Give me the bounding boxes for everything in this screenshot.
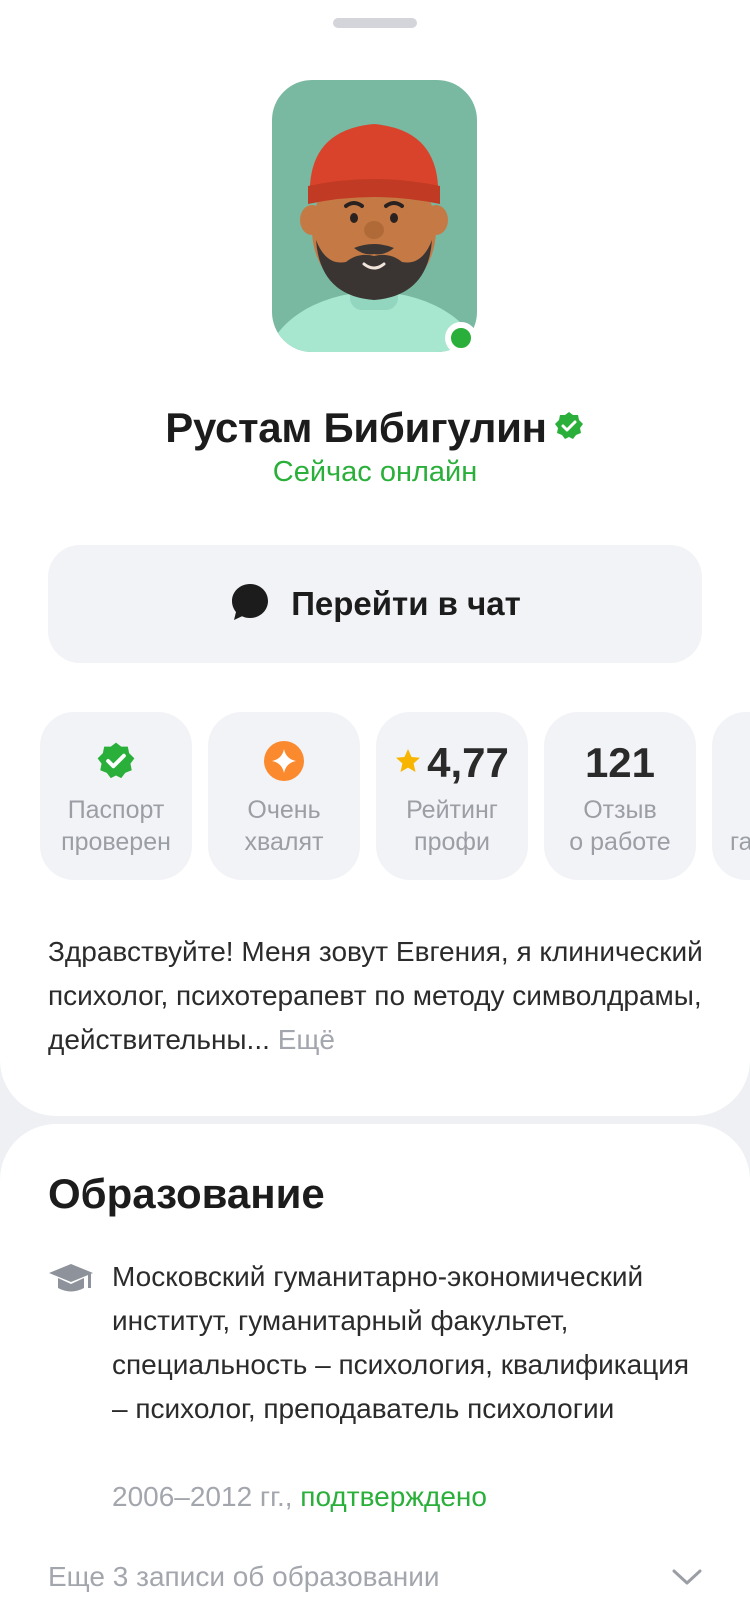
sparkle-icon	[263, 740, 305, 787]
badge-reviews[interactable]: 121 Отзыв о работе	[544, 712, 696, 880]
badges-carousel[interactable]: Паспорт проверен Очень хвалят 4,77 Рейти…	[40, 712, 750, 880]
education-verified: подтверждено	[300, 1481, 487, 1512]
education-years: 2006–2012 гг.,	[112, 1481, 293, 1512]
more-education-label: Еще 3 записи об образовании	[48, 1561, 440, 1592]
badge-label: профи	[414, 828, 490, 856]
badge-label: Очень	[247, 796, 321, 824]
name-row: Рустам Бибигулин	[0, 400, 750, 456]
badge-label: о работе	[569, 828, 671, 856]
avatar	[272, 80, 477, 352]
badge-label	[730, 794, 750, 826]
badge-label: га	[730, 828, 750, 856]
reviews-count: 121	[584, 739, 656, 786]
more-education-toggle[interactable]: Еще 3 записи об образовании	[48, 1555, 702, 1599]
online-status: Сейчас онлайн	[272, 456, 478, 488]
about-body: Здравствуйте! Меня зовут Евгения, я клин…	[48, 936, 703, 1055]
read-more-link[interactable]: Ещё	[278, 1024, 335, 1055]
badge-passport[interactable]: Паспорт проверен	[40, 712, 192, 880]
chat-bubble-icon	[229, 581, 271, 628]
badge-label: Паспорт	[67, 796, 165, 824]
badge-label: хвалят	[244, 828, 324, 856]
rating-value: 4,77	[427, 739, 509, 786]
badge-praised[interactable]: Очень хвалят	[208, 712, 360, 880]
verified-badge-icon	[553, 410, 585, 447]
verified-check-icon	[95, 740, 137, 787]
badge-rating[interactable]: 4,77 Рейтинг профи	[376, 712, 528, 880]
chevron-down-icon	[672, 1561, 702, 1593]
online-indicator	[445, 322, 477, 354]
badge-partial[interactable]: га	[712, 712, 750, 880]
education-meta: 2006–2012 гг., подтверждено	[112, 1475, 487, 1519]
go-to-chat-button[interactable]: Перейти в чат	[48, 545, 702, 663]
badge-label: проверен	[61, 828, 171, 856]
graduation-cap-icon	[48, 1262, 94, 1303]
chat-button-label: Перейти в чат	[291, 585, 521, 622]
profile-name: Рустам Бибигулин	[165, 404, 547, 451]
star-icon	[395, 748, 421, 779]
about-text: Здравствуйте! Меня зовут Евгения, я клин…	[48, 930, 708, 1062]
badge-label: Отзыв	[583, 796, 657, 824]
education-title: Образование	[48, 1170, 325, 1217]
education-entry: Московский гуманитарно-экономический инс…	[112, 1261, 690, 1424]
badge-label: Рейтинг	[406, 796, 498, 824]
drag-handle[interactable]	[333, 18, 417, 28]
